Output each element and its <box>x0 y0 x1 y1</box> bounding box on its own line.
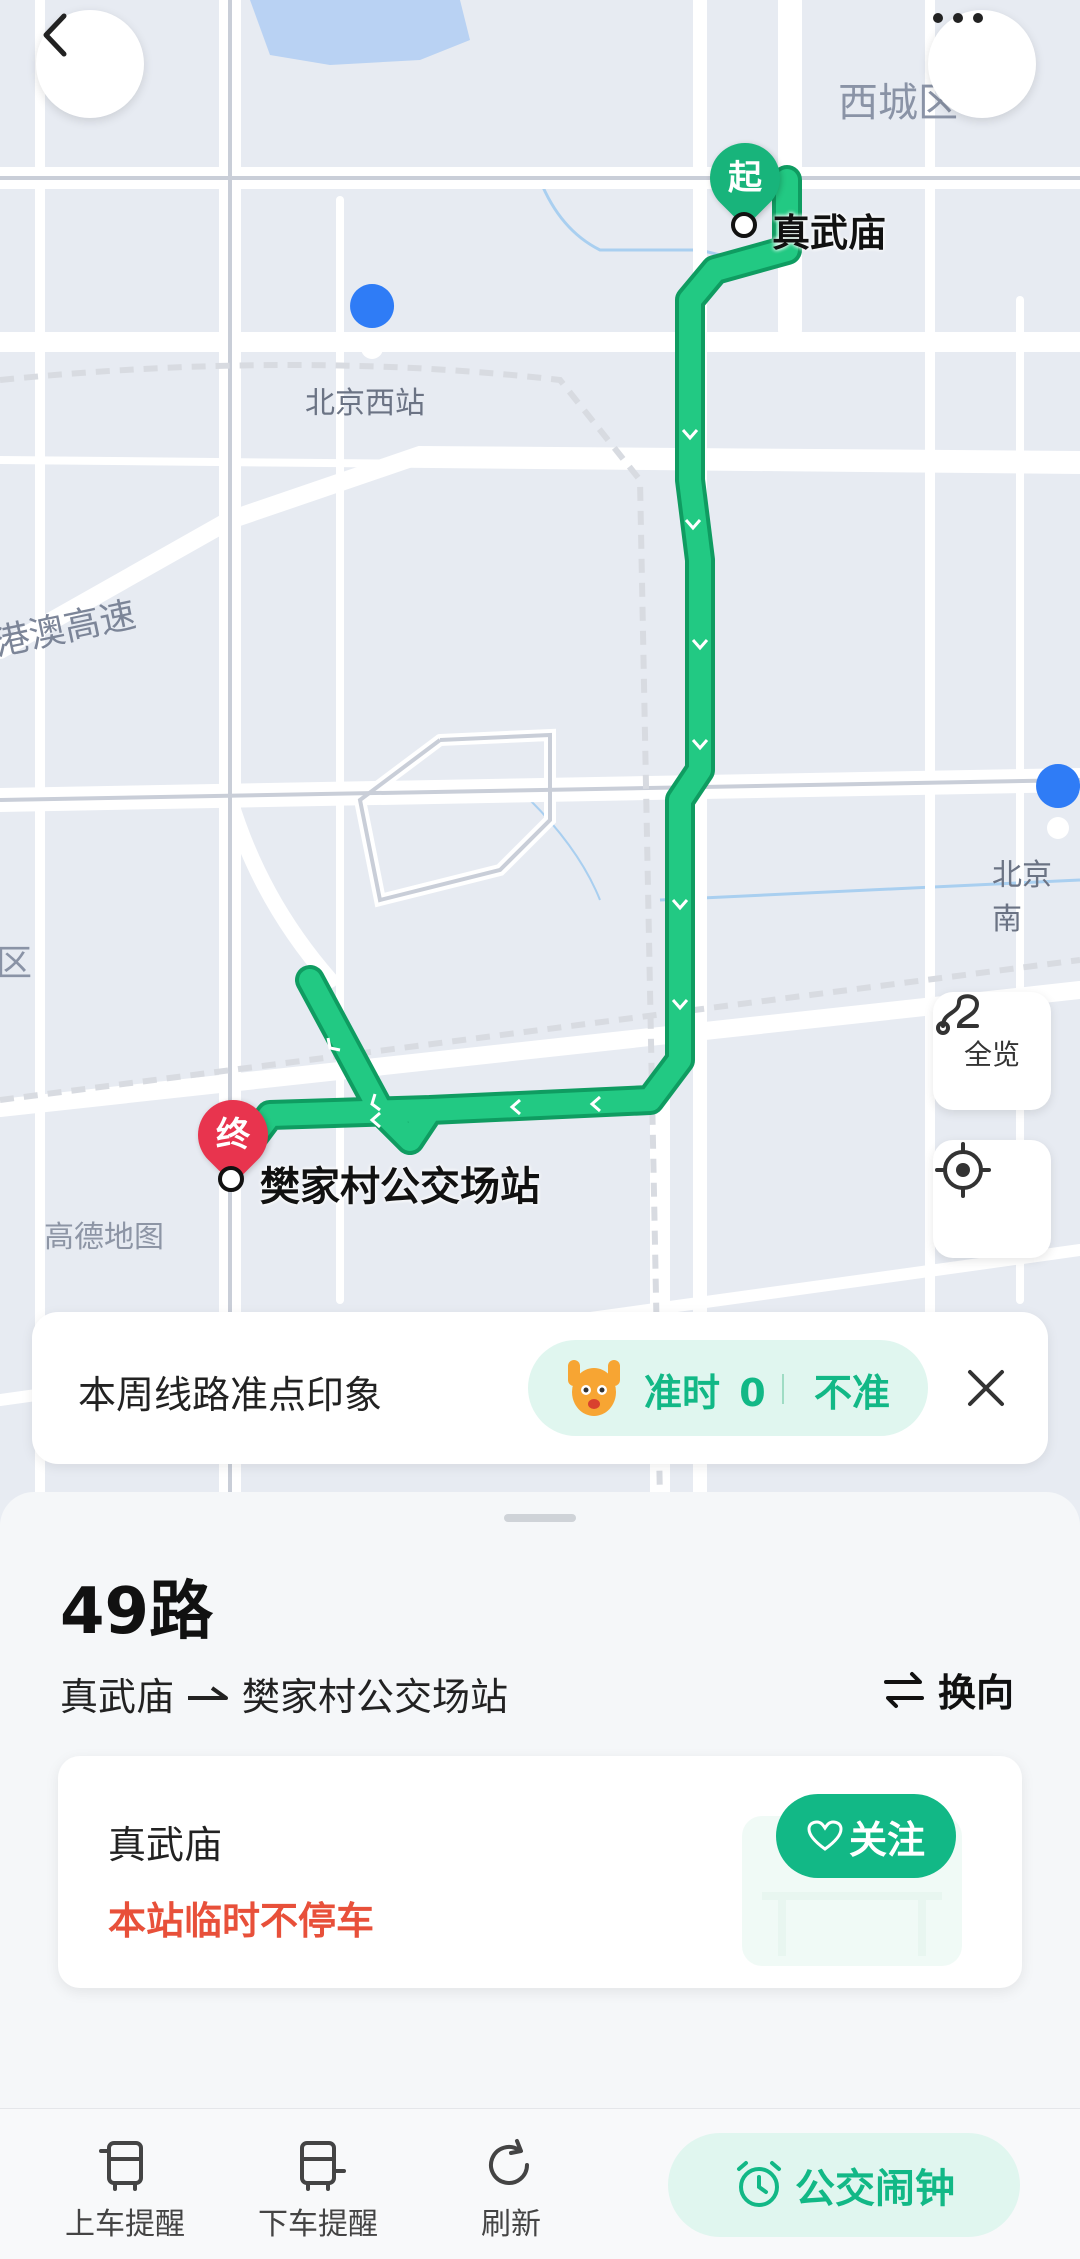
swap-arrows-icon <box>884 1671 924 1708</box>
thumbs-hand-emoji-icon <box>568 1360 620 1416</box>
map-canvas <box>0 0 1080 1500</box>
close-punctuality-button[interactable] <box>954 1356 1018 1420</box>
punctuality-title: 本周线路准点印象 <box>78 1373 383 1417</box>
follow-label: 关注 <box>848 1817 925 1862</box>
on-time-count: 0 <box>739 1371 766 1415</box>
refresh-icon <box>489 2139 529 2185</box>
pill-divider <box>782 1374 784 1404</box>
locate-crosshair-icon <box>935 1142 991 1198</box>
bus-alight-icon <box>300 2141 346 2191</box>
back-arrow-icon <box>43 13 67 57</box>
reverse-direction-button[interactable]: 换向 <box>880 1662 1014 1717</box>
locate-button[interactable] <box>933 1140 1051 1258</box>
reverse-label: 换向 <box>938 1671 1015 1715</box>
route-direction: 真武庙 樊家村公交场站 <box>60 1666 508 1721</box>
more-dots-icon <box>933 13 983 23</box>
route-to: 樊家村公交场站 <box>242 1675 509 1719</box>
heart-icon <box>807 1820 843 1851</box>
end-stop-label[interactable]: 樊家村公交场站 <box>260 1154 540 1212</box>
back-button[interactable] <box>36 10 144 118</box>
alight-reminder-label: 下车提醒 <box>258 2207 378 2242</box>
refresh-button[interactable]: 刷新 <box>436 2137 586 2243</box>
punctuality-card: 本周线路准点印象 准时 0 不准 <box>32 1312 1048 1464</box>
route-overview-icon <box>936 994 980 1035</box>
alight-reminder-button[interactable]: 下车提醒 <box>243 2137 393 2243</box>
current-stop-card[interactable]: 真武庙 本站临时不停车 关注 <box>58 1756 1022 1988</box>
end-stop-dot <box>218 1166 244 1192</box>
panel-drag-handle[interactable] <box>504 1514 576 1522</box>
more-button[interactable] <box>928 10 1036 118</box>
close-icon <box>968 1370 1004 1406</box>
board-reminder-label: 上车提醒 <box>65 2207 185 2242</box>
follow-button[interactable]: 关注 <box>776 1794 956 1878</box>
alarm-clock-icon <box>737 2161 781 2207</box>
on-time-label: 准时 <box>644 1371 721 1415</box>
late-option[interactable]: 不准 <box>814 1362 890 1417</box>
bottom-action-bar: 上车提醒 下车提醒 刷新 公交闹钟 <box>0 2108 1080 2259</box>
refresh-label: 刷新 <box>481 2207 541 2242</box>
stop-status: 本站临时不停车 <box>108 1899 375 1943</box>
route-from: 真武庙 <box>60 1675 175 1719</box>
station-label-beijing-west: 北京西站 <box>305 386 425 421</box>
map-watermark: 高德地图 <box>44 1220 164 1255</box>
start-stop-label[interactable]: 真武庙 <box>772 202 886 257</box>
bus-board-icon <box>99 2141 143 2191</box>
bus-alarm-button[interactable]: 公交闹钟 <box>668 2133 1020 2237</box>
board-reminder-button[interactable]: 上车提醒 <box>50 2137 200 2243</box>
station-label-beijing-south: 北京南 <box>992 858 1052 937</box>
on-time-option[interactable]: 准时 0 <box>644 1362 766 1417</box>
overview-label: 全览 <box>963 1038 1020 1071</box>
map-view[interactable]: 西城区 北京西站 港澳高速 北京南 区 高德地图 起 真武庙 终 樊家村公交场站… <box>0 0 1080 1500</box>
district-label-left: 区 <box>0 943 33 984</box>
bus-alarm-label: 公交闹钟 <box>795 2166 955 2212</box>
punctuality-pill: 准时 0 不准 <box>528 1340 928 1436</box>
stop-name: 真武庙 <box>108 1823 223 1867</box>
overview-button[interactable]: 全览 <box>933 992 1051 1110</box>
start-stop-dot <box>731 212 757 238</box>
route-name: 49路 <box>60 1575 214 1649</box>
direction-arrow-icon <box>188 1685 229 1700</box>
